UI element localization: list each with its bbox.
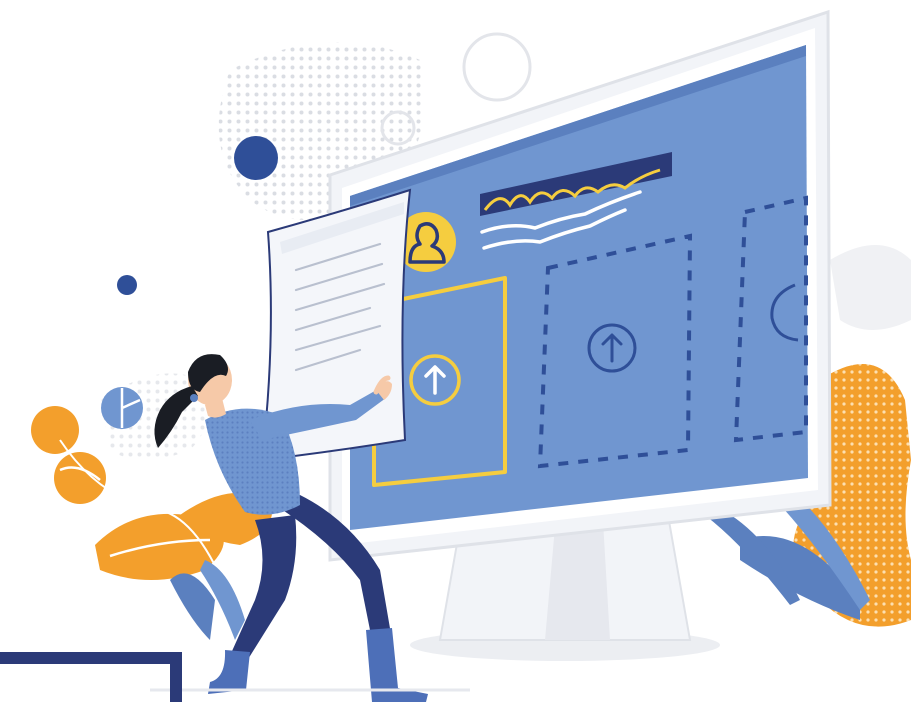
- file-upload-illustration: [0, 9, 911, 702]
- decor-circle-navy-small: [117, 275, 137, 295]
- illustration-canvas: [0, 0, 911, 702]
- decor-circle-navy: [234, 136, 278, 180]
- decor-circle-outline-large: [462, 32, 532, 102]
- navy-corner-shape: [0, 652, 182, 702]
